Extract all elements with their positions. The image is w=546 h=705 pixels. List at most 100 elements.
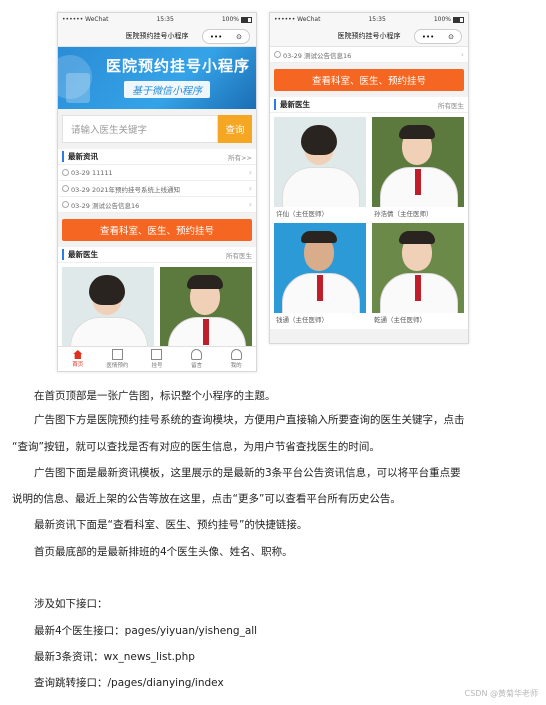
news-section-title: 最新资讯 — [62, 151, 98, 162]
doc-paragraph: 广告图下方是医院预约挂号系统的查询模块，方便用户直接输入所要查询的医生关键字，点… — [34, 414, 465, 426]
ad-banner[interactable]: 医院预约挂号小程序 基于微信小程序 — [58, 47, 256, 109]
user-icon — [191, 349, 203, 360]
time-label: 15:35 — [368, 16, 386, 23]
doc-paragraph: 在首页顶部是一张广告图，标识整个小程序的主题。 — [34, 390, 276, 402]
doctors-section-title: 最新医生 — [274, 99, 310, 110]
doc-paragraph: 说明的信息、最近上架的公告等放在这里，点击“更多”可以查看平台所有历史公告。 — [12, 493, 401, 505]
watermark: CSDN @黄菊华老师 — [464, 689, 538, 698]
chevron-right-icon: › — [248, 168, 252, 177]
status-bar: •••••• WeChat 15:35 100% — [270, 13, 468, 26]
capsule-menu[interactable]: ••• ⊙ — [414, 29, 462, 44]
check-icon — [151, 349, 163, 360]
news-item[interactable]: 03-29 测试公告信息16 › — [58, 197, 256, 213]
news-item-text: 03-29 2021年预约挂号系统上线通知 — [71, 185, 180, 194]
news-item[interactable]: 03-29 测试公告信息16 › — [270, 47, 468, 63]
doctor-photo — [372, 117, 464, 207]
more-icon[interactable]: ••• — [210, 33, 222, 41]
phone-screenshot-home-doctors: •••••• WeChat 15:35 100% 医院预约挂号小程序 ••• ⊙… — [269, 12, 469, 344]
home-icon — [73, 350, 83, 359]
news-item[interactable]: 03-29 11111 › — [58, 165, 256, 181]
doctors-more-link[interactable]: 所有医生 — [438, 100, 464, 110]
doctor-name: 乾通（主任医师） — [374, 316, 426, 324]
quick-link-button[interactable]: 查看科室、医生、预约挂号 — [62, 219, 252, 241]
news-item-text: 03-29 测试公告信息16 — [283, 51, 352, 60]
doctors-more-link[interactable]: 所有医生 — [226, 250, 252, 260]
chevron-right-icon: › — [460, 50, 464, 59]
nav-label: 首页 — [72, 362, 84, 368]
banner-subtitle: 基于微信小程序 — [124, 81, 210, 98]
search-button[interactable]: 查询 — [218, 115, 252, 143]
banner-title: 医院预约挂号小程序 — [106, 57, 251, 75]
nav-appointment[interactable]: 医情预约 — [98, 347, 138, 371]
carrier-label: •••••• WeChat — [274, 16, 321, 23]
doctor-search-input[interactable]: 请输入医生关键字 — [62, 115, 218, 143]
doctor-grid: 许仙（主任医师） 孙浩倩（主任医师） 钱通（主任医师） 乾通（主任医师） — [270, 113, 468, 329]
battery-indicator: 100% — [434, 16, 464, 23]
doc-paragraph: 最新资讯下面是“查看科室、医生、预约挂号”的快捷链接。 — [34, 519, 308, 531]
nav-home[interactable]: 首页 — [58, 347, 98, 371]
doc-paragraph: “查询”按钮，就可以查找是否有对应的医生信息，为用户节省查找医生的时间。 — [12, 441, 380, 453]
phone-screenshot-home-top: •••••• WeChat 15:35 100% 医院预约挂号小程序 ••• ⊙… — [57, 12, 257, 372]
nav-register[interactable]: 挂号 — [137, 347, 177, 371]
battery-indicator: 100% — [222, 16, 252, 23]
mini-program-titlebar: 医院预约挂号小程序 ••• ⊙ — [270, 26, 468, 47]
status-bar: •••••• WeChat 15:35 100% — [58, 13, 256, 26]
news-item-text: 03-29 11111 — [71, 168, 113, 177]
doctor-card[interactable]: 乾通（主任医师） — [372, 223, 464, 325]
doctor-name: 许仙（主任医师） — [276, 210, 328, 218]
news-item-text: 03-29 测试公告信息16 — [71, 201, 140, 210]
quick-link-button[interactable]: 查看科室、医生、预约挂号 — [274, 69, 464, 91]
search-module: 请输入医生关键字 查询 — [62, 115, 252, 143]
nav-label: 挂号 — [151, 363, 163, 369]
doctors-section-title: 最新医生 — [62, 249, 98, 260]
news-item[interactable]: 03-29 2021年预约挂号系统上线通知 › — [58, 181, 256, 197]
user-icon — [230, 349, 242, 360]
doctors-section-header: 最新医生 所有医生 — [58, 247, 256, 263]
mini-program-titlebar: 医院预约挂号小程序 ••• ⊙ — [58, 26, 256, 47]
close-icon[interactable]: ⊙ — [236, 33, 242, 41]
battery-icon — [240, 16, 252, 23]
doc-paragraph: 涉及如下接口： — [34, 598, 108, 610]
carrier-label: •••••• WeChat — [62, 16, 109, 23]
clock-icon — [62, 201, 69, 208]
doctor-card[interactable]: 钱通（主任医师） — [274, 223, 366, 325]
doctor-photo — [62, 267, 154, 357]
doc-paragraph: 广告图下面是最新资讯模板，这里展示的是最新的3条平台公告资讯信息，可以将平台重点… — [34, 467, 461, 479]
doctor-name: 钱通（主任医师） — [276, 316, 328, 324]
doc-paragraph: 首页最底部的是最新排班的4个医生头像、姓名、职称。 — [34, 546, 293, 558]
nav-mine[interactable]: 我的 — [216, 347, 256, 371]
more-icon[interactable]: ••• — [422, 33, 434, 41]
nav-label: 留言 — [191, 363, 203, 369]
clock-icon — [62, 185, 69, 192]
grid-icon — [111, 349, 123, 360]
doctor-card[interactable]: 孙浩倩（主任医师） — [372, 117, 464, 219]
capsule-menu[interactable]: ••• ⊙ — [202, 29, 250, 44]
doctor-photo — [274, 117, 366, 207]
nav-label: 我的 — [230, 363, 242, 369]
news-section-header: 最新资讯 所有>> — [58, 149, 256, 165]
close-icon[interactable]: ⊙ — [448, 33, 454, 41]
doctor-photo — [372, 223, 464, 313]
doctors-section-header: 最新医生 所有医生 — [270, 97, 468, 113]
news-more-link[interactable]: 所有>> — [228, 152, 252, 162]
banner-decoration — [66, 73, 90, 103]
doctor-name: 孙浩倩（主任医师） — [374, 210, 433, 218]
clock-icon — [274, 51, 281, 58]
nav-label: 医情预约 — [106, 363, 129, 369]
nav-message[interactable]: 留言 — [177, 347, 217, 371]
clock-icon — [62, 169, 69, 176]
bottom-nav: 首页 医情预约 挂号 留言 我的 — [58, 346, 256, 371]
doctor-card[interactable] — [160, 267, 252, 357]
battery-icon — [452, 16, 464, 23]
doc-paragraph: 最新4个医生接口：pages/yiyuan/yisheng_all — [34, 625, 258, 637]
doctor-photo — [274, 223, 366, 313]
doctor-card[interactable]: 许仙（主任医师） — [274, 117, 366, 219]
doctor-photo — [160, 267, 252, 357]
chevron-right-icon: › — [248, 184, 252, 193]
page-title: 医院预约挂号小程序 — [337, 32, 401, 40]
doc-paragraph: 最新3条资讯：wx_news_list.php — [34, 651, 195, 663]
page-title: 医院预约挂号小程序 — [125, 32, 189, 40]
doctor-card[interactable] — [62, 267, 154, 357]
time-label: 15:35 — [156, 16, 174, 23]
doc-paragraph: 查询跳转接口：/pages/dianying/index — [34, 677, 224, 689]
